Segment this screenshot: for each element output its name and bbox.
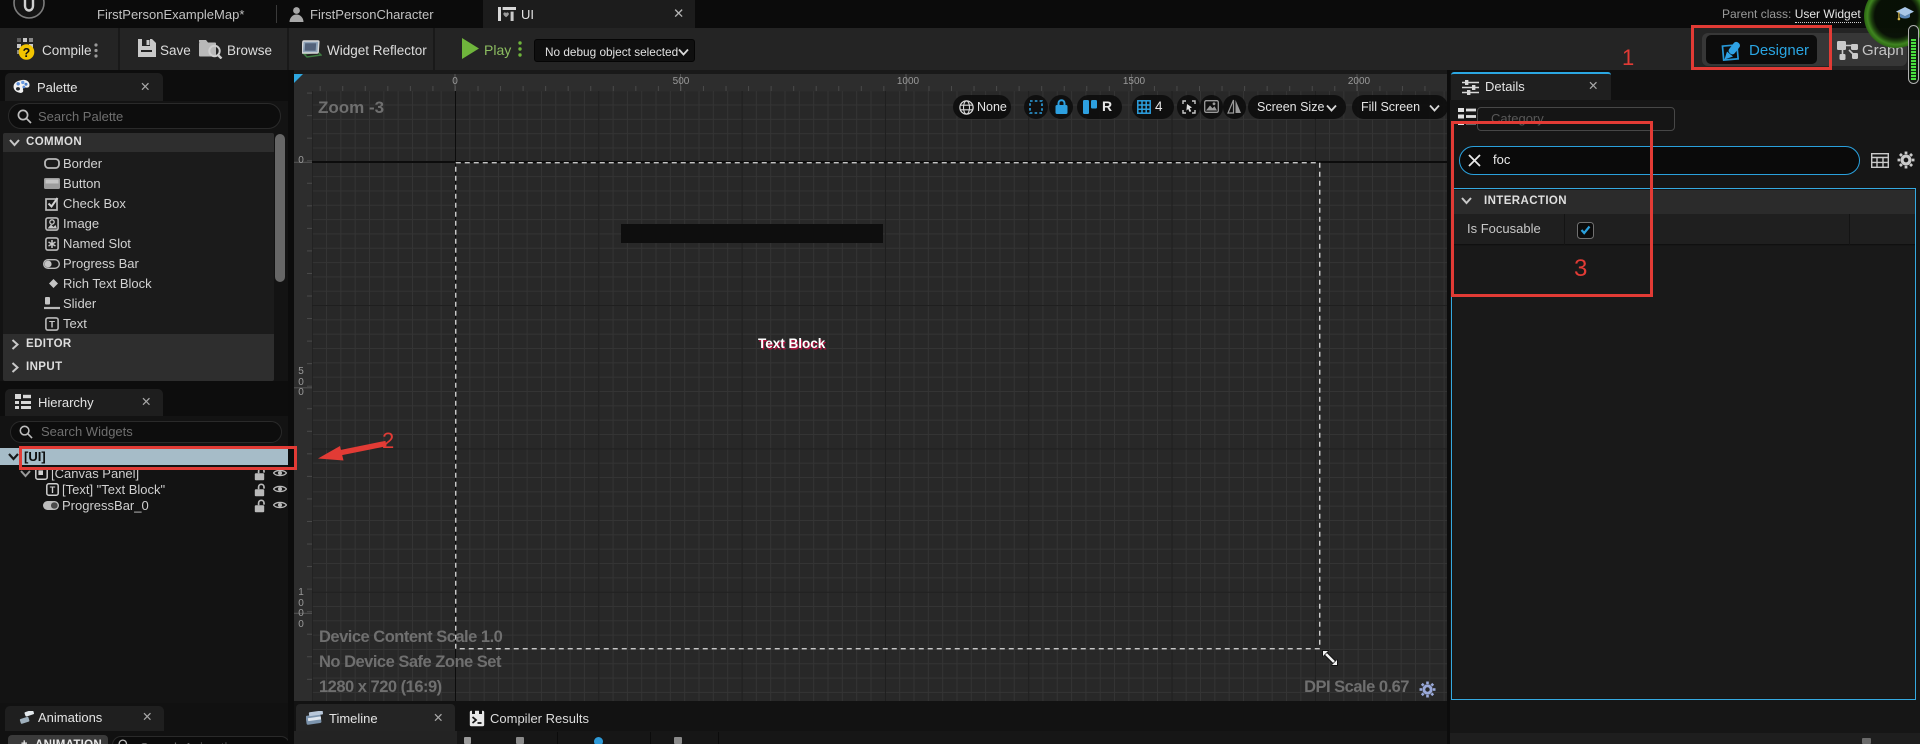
svg-text:T: T	[49, 320, 55, 331]
svg-text:T: T	[50, 485, 56, 495]
svg-text:?: ?	[23, 46, 31, 60]
